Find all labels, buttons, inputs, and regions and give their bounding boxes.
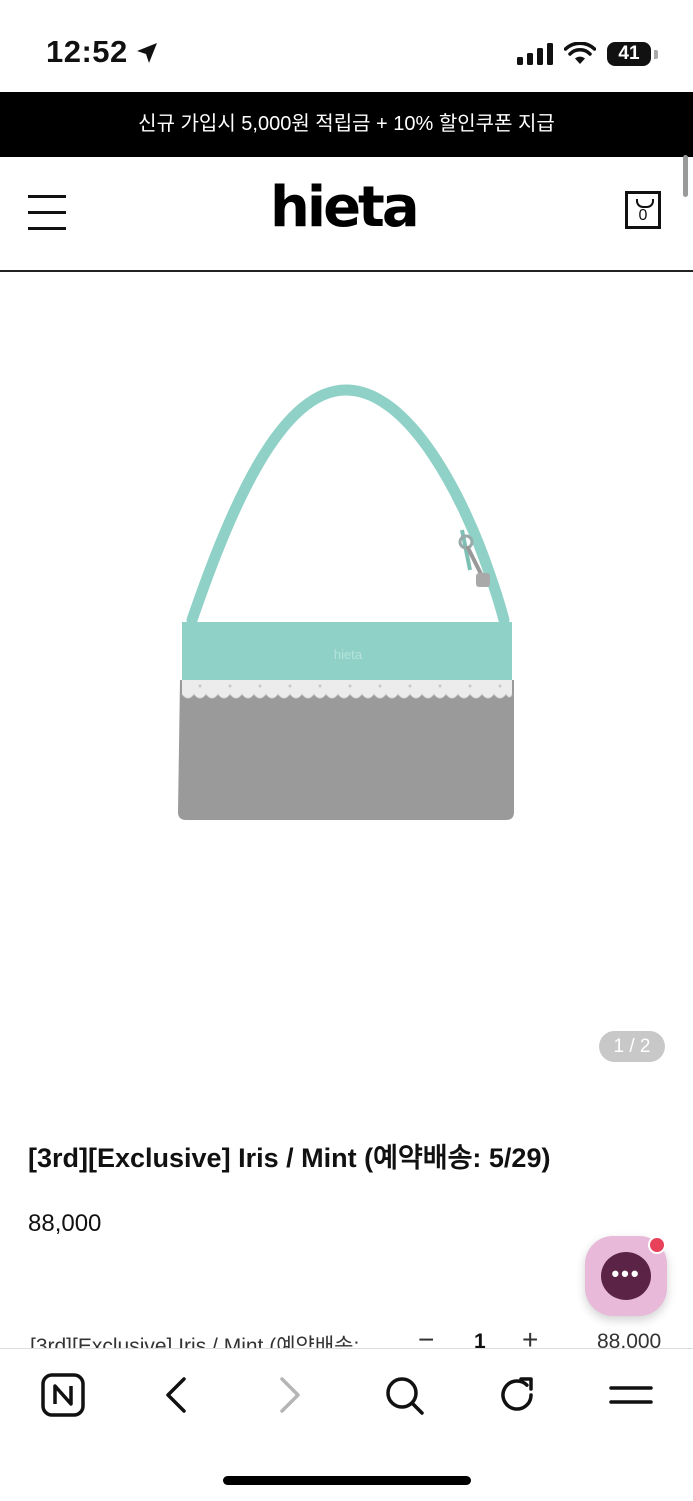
scrollbar: [683, 155, 688, 197]
battery-icon: 41: [607, 42, 651, 66]
product-title: [3rd][Exclusive] Iris / Mint (예약배송: 5/29…: [28, 1143, 551, 1173]
forward-icon[interactable]: [266, 1371, 314, 1419]
cart-icon[interactable]: 0: [625, 191, 661, 229]
wifi-icon: [564, 42, 596, 64]
battery-level: 41: [618, 43, 640, 64]
menu-icon[interactable]: [28, 195, 66, 230]
site-header: hieta 0: [0, 157, 693, 272]
location-arrow-icon: [137, 43, 157, 63]
home-indicator[interactable]: [223, 1476, 471, 1485]
bag-logo: hieta: [334, 647, 363, 662]
chat-notification-dot: [648, 1236, 666, 1254]
battery-cap: [654, 50, 658, 59]
search-icon[interactable]: [380, 1371, 428, 1419]
product-price: 88,000: [28, 1210, 102, 1237]
status-time: 12:52: [46, 34, 128, 69]
cart-count: 0: [638, 207, 648, 224]
image-counter: 1 / 2: [599, 1031, 665, 1062]
site-logo[interactable]: hieta: [270, 175, 420, 240]
chat-dots: •••: [611, 1261, 641, 1286]
back-icon[interactable]: [152, 1371, 200, 1419]
product-image[interactable]: hieta: [170, 380, 522, 830]
status-bar: 12:52 41: [0, 0, 693, 92]
reload-icon[interactable]: [493, 1371, 541, 1419]
naver-home-icon[interactable]: [39, 1371, 87, 1419]
chat-icon: •••: [601, 1252, 651, 1300]
signal-icon: [517, 43, 553, 65]
promo-banner[interactable]: 신규 가입시 5,000원 적립금 + 10% 할인쿠폰 지급: [0, 92, 693, 157]
menu-icon[interactable]: [607, 1371, 655, 1419]
